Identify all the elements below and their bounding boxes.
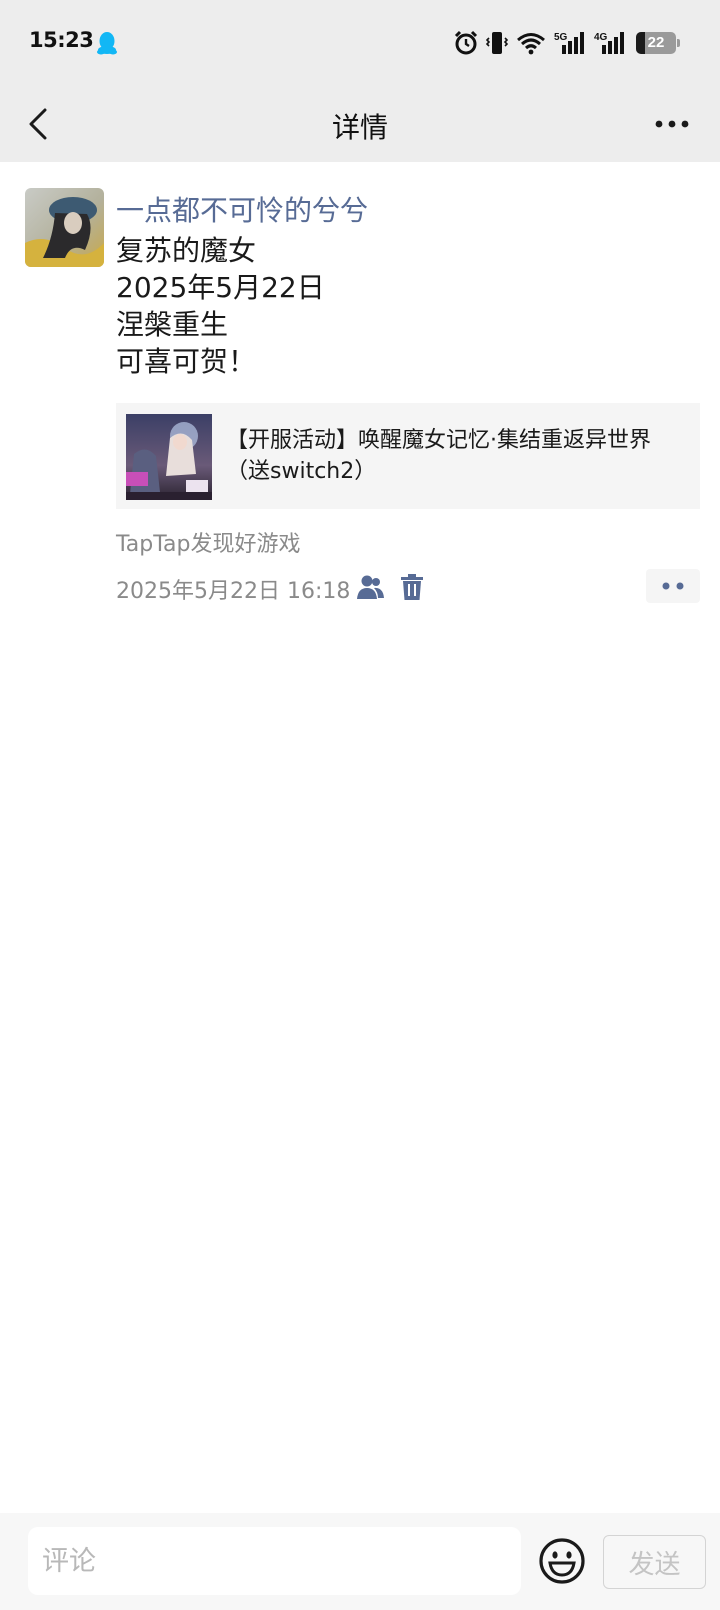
more-dots-icon bbox=[655, 120, 689, 128]
more-button[interactable] bbox=[648, 106, 696, 142]
wifi-icon bbox=[517, 33, 545, 55]
comment-bar: 发送 bbox=[0, 1513, 720, 1610]
vibrate-icon bbox=[486, 32, 508, 54]
post-action-button[interactable] bbox=[646, 569, 700, 603]
shared-link-card[interactable]: 【开服活动】唤醒魔女记忆·集结重返异世界（送switch2） bbox=[116, 403, 700, 509]
send-button[interactable]: 发送 bbox=[603, 1535, 706, 1589]
battery-level: 22 bbox=[647, 34, 665, 51]
post-author[interactable]: 一点都不可怜的兮兮 bbox=[116, 189, 368, 229]
signal-5g-icon: 5G bbox=[554, 32, 584, 54]
friends-visibility-icon[interactable] bbox=[357, 573, 385, 601]
comment-input[interactable] bbox=[28, 1527, 521, 1595]
post-line: 涅槃重生 bbox=[116, 308, 229, 341]
two-dots-icon bbox=[662, 582, 684, 590]
battery-icon: 22 bbox=[636, 32, 680, 54]
post-line: 可喜可贺！ bbox=[116, 345, 257, 378]
net-4g-label: 4G bbox=[594, 32, 608, 43]
avatar[interactable] bbox=[25, 188, 104, 267]
alarm-icon bbox=[454, 30, 478, 55]
status-time: 15:23 bbox=[29, 28, 94, 52]
post-line: 复苏的魔女 bbox=[116, 234, 257, 267]
net-5g-label: 5G bbox=[554, 32, 568, 43]
post-time: 2025年5月22日 16:18 bbox=[116, 579, 351, 604]
nav-bar: 详情 bbox=[0, 86, 720, 162]
emoji-smile-icon[interactable] bbox=[538, 1537, 586, 1585]
post-meta: 2025年5月22日 16:18 bbox=[116, 569, 700, 604]
avatar-image bbox=[25, 188, 104, 267]
shared-link-title: 【开服活动】唤醒魔女记忆·集结重返异世界（送switch2） bbox=[226, 428, 651, 484]
status-icons: 5G 4G 22 bbox=[454, 28, 680, 58]
qq-icon bbox=[97, 32, 117, 55]
post-line: 2025年5月22日 bbox=[116, 271, 325, 304]
shared-link-thumbnail bbox=[126, 414, 212, 500]
signal-4g-icon: 4G bbox=[594, 32, 624, 54]
page-title: 详情 bbox=[331, 111, 388, 144]
post-source[interactable]: TapTap发现好游戏 bbox=[116, 526, 301, 558]
trash-icon[interactable] bbox=[399, 573, 425, 601]
status-bar: 15:23 5G 4G 22 bbox=[0, 0, 720, 86]
post-content: 复苏的魔女 2025年5月22日 涅槃重生 可喜可贺！ bbox=[116, 232, 325, 380]
